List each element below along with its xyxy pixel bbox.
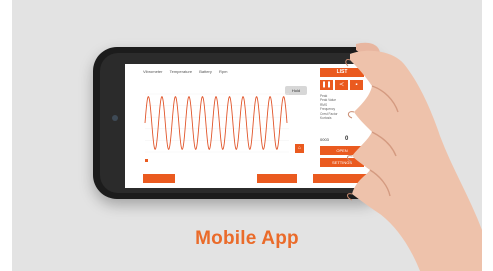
page-title: Mobile App bbox=[195, 228, 299, 249]
page: Vibrometer Temperature Battery Rpm Hold … bbox=[0, 0, 493, 271]
hand-fingertips bbox=[345, 59, 355, 201]
